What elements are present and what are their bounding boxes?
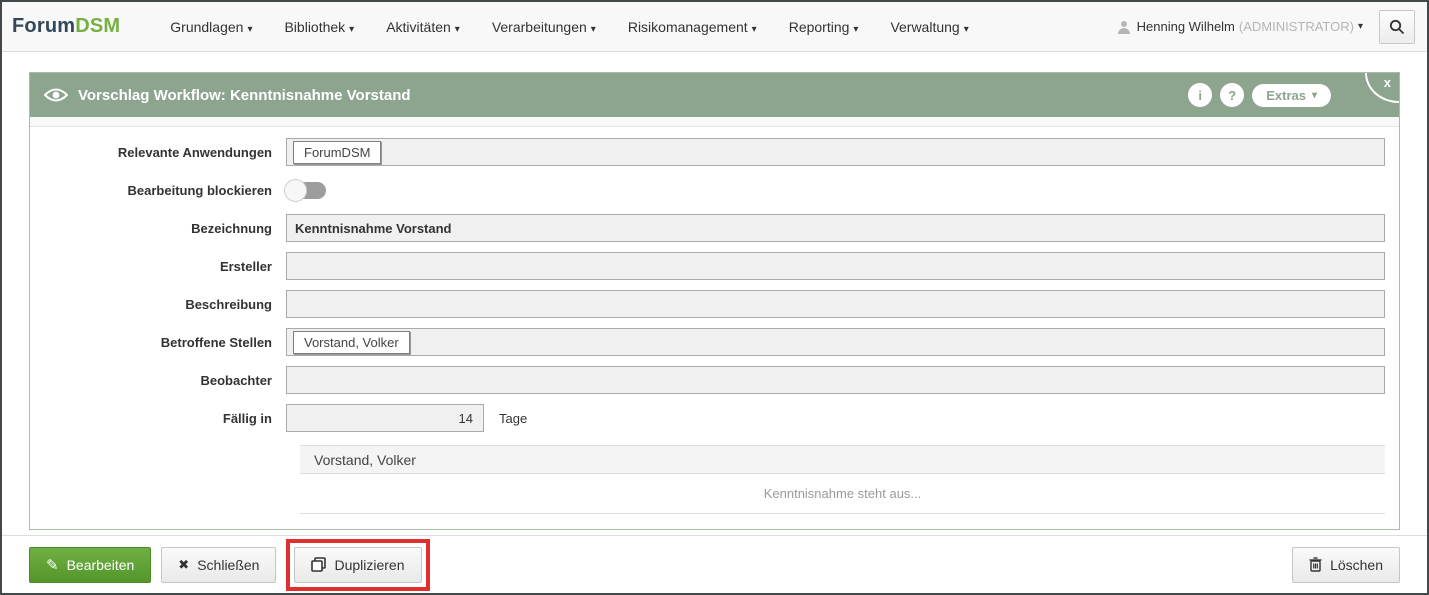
- duplicate-icon: [311, 557, 326, 572]
- eye-icon: [44, 87, 68, 103]
- logo-part-forum: Forum: [12, 15, 75, 37]
- ersteller-input[interactable]: [286, 252, 1385, 280]
- duplizieren-button[interactable]: Duplizieren: [294, 547, 421, 583]
- app-logo[interactable]: ForumDSM: [12, 15, 120, 38]
- trash-icon: [1309, 557, 1322, 572]
- field-value: ForumDSM: [286, 138, 1385, 166]
- faellig-in-input[interactable]: 14: [286, 404, 484, 432]
- menu-grundlagen[interactable]: Grundlagen▾: [158, 11, 264, 43]
- user-icon: [1117, 20, 1131, 34]
- app-window: ForumDSM Grundlagen▾ Bibliothek▾ Aktivit…: [0, 0, 1429, 595]
- relevante-anwendungen-input[interactable]: ForumDSM: [286, 138, 1385, 166]
- schliessen-button[interactable]: ✖ Schließen: [161, 547, 276, 583]
- chevron-down-icon: ▾: [964, 24, 969, 35]
- field-value: [286, 366, 1385, 394]
- table-empty-row: Kenntnisnahme steht aus...: [300, 474, 1385, 514]
- search-icon: [1389, 19, 1405, 35]
- panel-close-button[interactable]: x: [1365, 73, 1399, 103]
- chevron-down-icon: ▾: [247, 24, 252, 35]
- user-name: Henning Wilhelm: [1137, 19, 1235, 34]
- chevron-down-icon: ▾: [853, 24, 858, 35]
- field-label: Beschreibung: [44, 297, 286, 312]
- panel-header: Vorschlag Workflow: Kenntnisnahme Vorsta…: [30, 73, 1399, 117]
- chevron-down-icon: ▾: [455, 24, 460, 35]
- field-label: Relevante Anwendungen: [44, 145, 286, 160]
- field-row-faellig-in: Fällig in 14 Tage: [44, 404, 1385, 432]
- duplizieren-highlight-annotation: Duplizieren: [286, 539, 429, 591]
- bezeichnung-input[interactable]: Kenntnisnahme Vorstand: [286, 214, 1385, 242]
- table-header-row: Vorstand, Volker: [300, 446, 1385, 474]
- chevron-down-icon: ▾: [349, 24, 354, 35]
- panel-header-actions: i ? Extras ▾: [1188, 83, 1331, 107]
- close-icon: ✖: [178, 557, 189, 573]
- main-menu: Grundlagen▾ Bibliothek▾ Aktivitäten▾ Ver…: [158, 11, 980, 43]
- workflow-panel: Vorschlag Workflow: Kenntnisnahme Vorsta…: [29, 72, 1400, 530]
- field-value: [286, 252, 1385, 280]
- chevron-down-icon: ▾: [1358, 21, 1363, 32]
- user-role: (ADMINISTRATOR): [1239, 19, 1354, 34]
- field-value: 14 Tage: [286, 404, 1385, 432]
- menu-verwaltung[interactable]: Verwaltung▾: [878, 11, 980, 43]
- close-icon: x: [1384, 75, 1391, 90]
- field-value: Vorstand, Volker: [286, 328, 1385, 356]
- menu-bibliothek[interactable]: Bibliothek▾: [272, 11, 366, 43]
- field-row-beschreibung: Beschreibung: [44, 290, 1385, 318]
- info-button[interactable]: i: [1188, 83, 1212, 107]
- chevron-down-icon: ▾: [1312, 90, 1317, 101]
- loeschen-button[interactable]: Löschen: [1292, 547, 1400, 583]
- field-value: Kenntnisnahme Vorstand: [286, 214, 1385, 242]
- workflow-form: Relevante Anwendungen ForumDSM Bearbeitu…: [30, 127, 1399, 529]
- beschreibung-input[interactable]: [286, 290, 1385, 318]
- user-menu[interactable]: Henning Wilhelm (ADMINISTRATOR) ▾: [1117, 19, 1363, 34]
- field-row-betroffene-stellen: Betroffene Stellen Vorstand, Volker: [44, 328, 1385, 356]
- edit-icon: ✎: [46, 556, 59, 574]
- faellig-in-suffix: Tage: [499, 411, 527, 426]
- field-label: Ersteller: [44, 259, 286, 274]
- field-value: [286, 290, 1385, 318]
- extras-button[interactable]: Extras ▾: [1252, 84, 1331, 107]
- acknowledgement-table: Vorstand, Volker Kenntnisnahme steht aus…: [300, 445, 1385, 514]
- navbar-right: Henning Wilhelm (ADMINISTRATOR) ▾: [1117, 10, 1415, 44]
- menu-verarbeitungen[interactable]: Verarbeitungen▾: [480, 11, 608, 43]
- field-row-relevante-anwendungen: Relevante Anwendungen ForumDSM: [44, 138, 1385, 166]
- toggle-knob: [284, 179, 307, 202]
- bearbeitung-blockieren-toggle[interactable]: [286, 182, 326, 199]
- help-button[interactable]: ?: [1220, 83, 1244, 107]
- menu-reporting[interactable]: Reporting▾: [777, 11, 871, 43]
- panel-divider-strip: [30, 117, 1399, 127]
- logo-part-dsm: DSM: [75, 15, 120, 37]
- field-row-bezeichnung: Bezeichnung Kenntnisnahme Vorstand: [44, 214, 1385, 242]
- beobachter-input[interactable]: [286, 366, 1385, 394]
- field-label: Fällig in: [44, 411, 286, 426]
- menu-aktivitaeten[interactable]: Aktivitäten▾: [374, 11, 472, 43]
- betroffene-stellen-input[interactable]: Vorstand, Volker: [286, 328, 1385, 356]
- chevron-down-icon: ▾: [752, 24, 757, 35]
- content-area: Vorschlag Workflow: Kenntnisnahme Vorsta…: [2, 52, 1427, 530]
- field-label: Bearbeitung blockieren: [44, 183, 286, 198]
- top-navbar: ForumDSM Grundlagen▾ Bibliothek▾ Aktivit…: [2, 2, 1427, 52]
- field-row-beobachter: Beobachter: [44, 366, 1385, 394]
- search-button[interactable]: [1379, 10, 1415, 44]
- action-bar-right: Löschen: [1292, 547, 1400, 583]
- panel-title: Vorschlag Workflow: Kenntnisnahme Vorsta…: [78, 87, 411, 104]
- tag-forumdsm[interactable]: ForumDSM: [293, 141, 381, 164]
- menu-risikomanagement[interactable]: Risikomanagement▾: [616, 11, 769, 43]
- field-value: [286, 182, 1385, 199]
- chevron-down-icon: ▾: [591, 24, 596, 35]
- action-bar: ✎ Bearbeiten ✖ Schließen Duplizieren Lös…: [2, 535, 1427, 593]
- field-row-ersteller: Ersteller: [44, 252, 1385, 280]
- field-label: Betroffene Stellen: [44, 335, 286, 350]
- tag-vorstand-volker[interactable]: Vorstand, Volker: [293, 331, 410, 354]
- field-row-bearbeitung-blockieren: Bearbeitung blockieren: [44, 176, 1385, 204]
- field-label: Bezeichnung: [44, 221, 286, 236]
- field-label: Beobachter: [44, 373, 286, 388]
- bearbeiten-button[interactable]: ✎ Bearbeiten: [29, 547, 151, 583]
